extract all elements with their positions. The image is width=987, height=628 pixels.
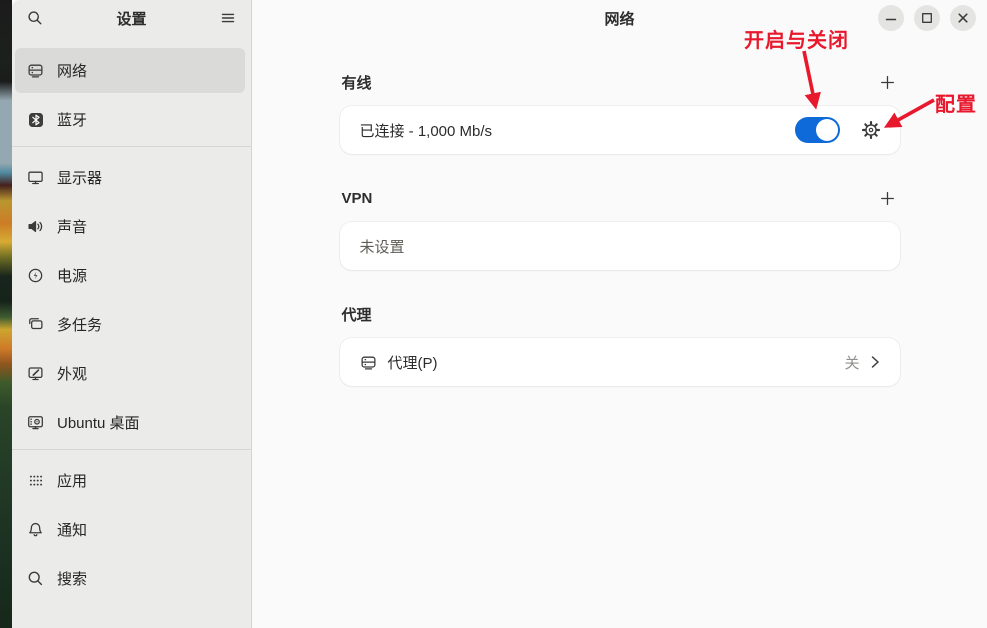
search-icon[interactable] [24,7,46,29]
main-header: 网络 [252,0,987,36]
power-icon [27,267,44,284]
sidebar-item-multitasking[interactable]: 多任务 [15,302,245,347]
sidebar-item-label: 声音 [57,216,87,237]
sidebar-item-sound[interactable]: 声音 [15,204,245,249]
annotation-configure-note: 配置 [935,88,977,117]
appearance-icon [27,365,44,382]
apps-icon [27,473,44,489]
vpn-section-title: VPN [342,190,373,207]
sidebar-item-appearance[interactable]: 外观 [15,351,245,396]
vpn-status-label: 未设置 [360,236,880,257]
hamburger-menu-icon[interactable] [217,7,239,29]
sidebar-item-network[interactable]: 网络 [15,48,245,93]
sidebar-item-label: 显示器 [57,167,102,188]
maximize-button[interactable] [914,5,940,31]
gear-icon [862,121,880,139]
sidebar-item-label: 电源 [57,265,87,286]
desktop-wallpaper-strip [0,0,12,628]
proxy-label: 代理(P) [388,352,845,373]
sidebar-nav: 网络 蓝牙 [12,36,251,605]
toggle-knob [816,119,838,141]
plus-icon [879,74,896,91]
ubuntu-desktop-icon [27,414,44,431]
wired-settings-button[interactable] [862,121,880,139]
sidebar-separator [12,449,251,450]
notifications-icon [27,521,44,538]
sidebar-item-label: 多任务 [57,314,102,335]
annotation-toggle-note: 开启与关闭 [744,24,849,53]
sidebar-item-label: 通知 [57,519,87,540]
display-icon [27,169,44,186]
window-controls [878,5,976,31]
network-icon [27,62,44,79]
wired-connection-row: 已连接 - 1,000 Mb/s [340,106,900,154]
sidebar-item-bluetooth[interactable]: 蓝牙 [15,97,245,142]
proxy-section: 代理 代理(P) [340,302,900,386]
page-title: 网络 [252,0,987,36]
proxy-status: 关 [844,352,859,373]
sound-icon [27,218,44,235]
sidebar-item-label: Ubuntu 桌面 [57,412,140,433]
network-content: 有线 已连接 - 1,000 Mb/s [340,70,900,386]
sidebar-item-label: 外观 [57,363,87,384]
add-vpn-button[interactable] [877,188,898,209]
wired-toggle-switch[interactable] [795,117,840,143]
sidebar: 设置 网络 [12,0,252,628]
wired-section: 有线 已连接 - 1,000 Mb/s [340,70,900,154]
sidebar-item-notifications[interactable]: 通知 [15,507,245,552]
plus-icon [879,190,896,207]
sidebar-header: 设置 [12,0,251,36]
vpn-row: 未设置 [340,222,900,270]
sidebar-item-label: 蓝牙 [57,109,87,130]
bluetooth-icon [27,112,44,128]
vpn-section: VPN 未设置 [340,186,900,270]
sidebar-item-power[interactable]: 电源 [15,253,245,298]
sidebar-item-displays[interactable]: 显示器 [15,155,245,200]
proxy-row[interactable]: 代理(P) 关 [340,338,900,386]
wired-connection-label: 已连接 - 1,000 Mb/s [360,120,795,141]
sidebar-item-ubuntu-desktop[interactable]: Ubuntu 桌面 [15,400,245,445]
add-wired-connection-button[interactable] [877,72,898,93]
search-icon [27,570,44,587]
chevron-right-icon [870,355,880,369]
minimize-button[interactable] [878,5,904,31]
network-icon [360,354,377,371]
sidebar-item-label: 网络 [57,60,87,81]
proxy-section-title: 代理 [342,304,372,325]
close-button[interactable] [950,5,976,31]
sidebar-item-label: 搜索 [57,568,87,589]
settings-window: 设置 网络 [12,0,987,628]
sidebar-separator [12,146,251,147]
multitasking-icon [27,316,44,333]
sidebar-item-search[interactable]: 搜索 [15,556,245,601]
sidebar-item-label: 应用 [57,470,87,491]
sidebar-item-apps[interactable]: 应用 [15,458,245,503]
main-panel: 网络 [252,0,987,628]
sidebar-title: 设置 [12,8,251,29]
wired-section-title: 有线 [342,72,372,93]
